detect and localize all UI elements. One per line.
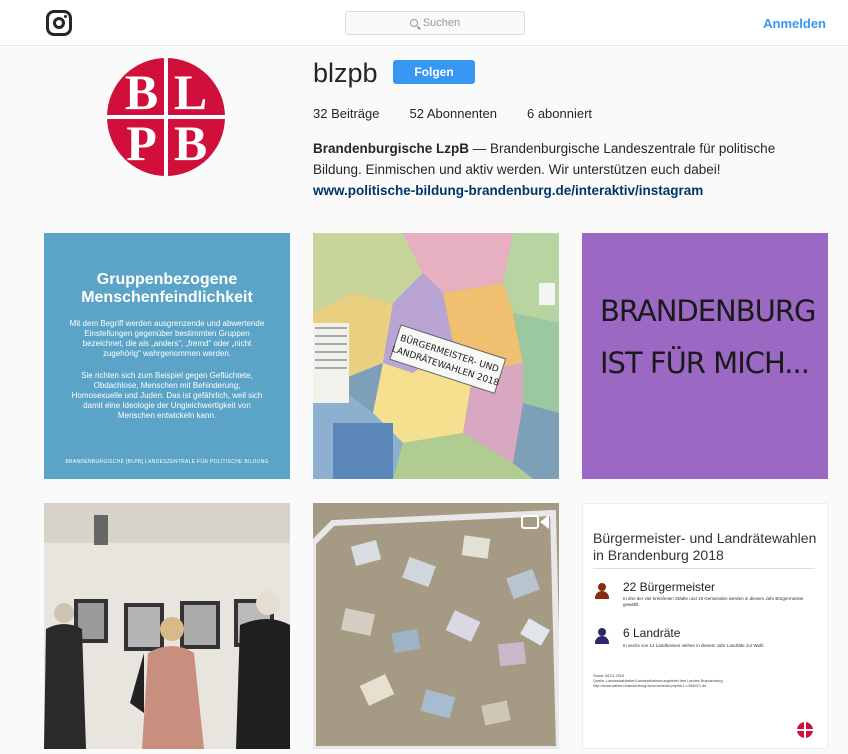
avatar-divider <box>164 58 168 176</box>
posts-count: 32 Beiträge <box>313 106 380 121</box>
mayor-description: In drei der vier kreisfreien Städte und … <box>623 596 804 607</box>
post-tile[interactable] <box>313 503 559 749</box>
post-paragraph: Mit dem Begriff werden ausgrenzende und … <box>69 319 265 358</box>
top-bar: Suchen Anmelden <box>0 0 848 46</box>
post-tile[interactable]: Gruppenbezogene Menschenfeindlichkeit Mi… <box>44 233 290 479</box>
profile-stats: 32 Beiträge 52 Abonnenten 6 abonniert <box>313 106 592 121</box>
bio: Brandenburgische LzpB — Brandenburgische… <box>313 138 823 201</box>
login-link[interactable]: Anmelden <box>763 16 826 31</box>
puzzle-photo <box>313 503 559 749</box>
avatar-letter: B <box>173 114 208 171</box>
search-input[interactable]: Suchen <box>345 11 525 35</box>
divider <box>593 568 815 569</box>
video-camera-icon <box>521 513 549 531</box>
source-note: Stand: 08.01.2018 Quelle: Landeswahlleit… <box>593 674 793 689</box>
following-count[interactable]: 6 abonniert <box>527 106 592 121</box>
map-image: BÜRGERMEISTER- UND LANDRÄTEWAHLEN 2018 <box>313 233 559 479</box>
search-icon <box>409 19 418 27</box>
post-heading: Gruppenbezogene Menschenfeindlichkeit <box>81 271 253 306</box>
mayor-icon <box>595 583 609 599</box>
avatar-letter: L <box>173 63 208 120</box>
post-tile[interactable] <box>44 503 290 749</box>
post-tile[interactable]: Bürgermeister- und Landrätewahlen in Bra… <box>582 503 828 749</box>
post-footer: BRANDENBURGISCHE [BLPB] LANDESZENTRALE F… <box>65 459 269 465</box>
district-administrator-icon <box>595 628 609 644</box>
post-tile[interactable]: BRANDENBURG IST FÜR MICH... <box>582 233 828 479</box>
username: blzpb <box>313 58 378 88</box>
administrator-description: In sechs von 14 Landkreisen stehen in di… <box>623 643 765 648</box>
bio-name: Brandenburgische LzpB <box>313 141 470 156</box>
handwritten-text: BRANDENBURG IST FÜR MICH... <box>600 285 816 389</box>
post-title: Bürgermeister- und Landrätewahlen in Bra… <box>593 530 817 563</box>
avatar-letter: B <box>124 63 159 120</box>
source-line: http://www.wahlen.brandenburg.de/cms/det… <box>593 684 707 688</box>
post-paragraph: Sie richten sich zum Beispiel gegen Gefl… <box>71 371 263 420</box>
blpb-logo-icon <box>797 722 813 738</box>
avatar[interactable]: B L P B <box>107 58 225 176</box>
mayor-count: 22 Bürgermeister <box>623 580 716 594</box>
avatar-letter: P <box>126 114 157 171</box>
bio-link[interactable]: www.politische-bildung-brandenburg.de/in… <box>313 180 823 201</box>
administrator-count: 6 Landräte <box>623 626 681 640</box>
post-tile[interactable]: BÜRGERMEISTER- UND LANDRÄTEWAHLEN 2018 <box>313 233 559 479</box>
instagram-logo-icon[interactable] <box>46 10 72 36</box>
gallery-photo <box>44 503 290 749</box>
followers-count[interactable]: 52 Abonnenten <box>410 106 497 121</box>
search-placeholder: Suchen <box>422 17 461 29</box>
handwritten-line: IST FÜR MICH... <box>600 346 810 380</box>
follow-button[interactable]: Folgen <box>393 60 475 84</box>
handwritten-line: BRANDENBURG <box>600 294 816 328</box>
